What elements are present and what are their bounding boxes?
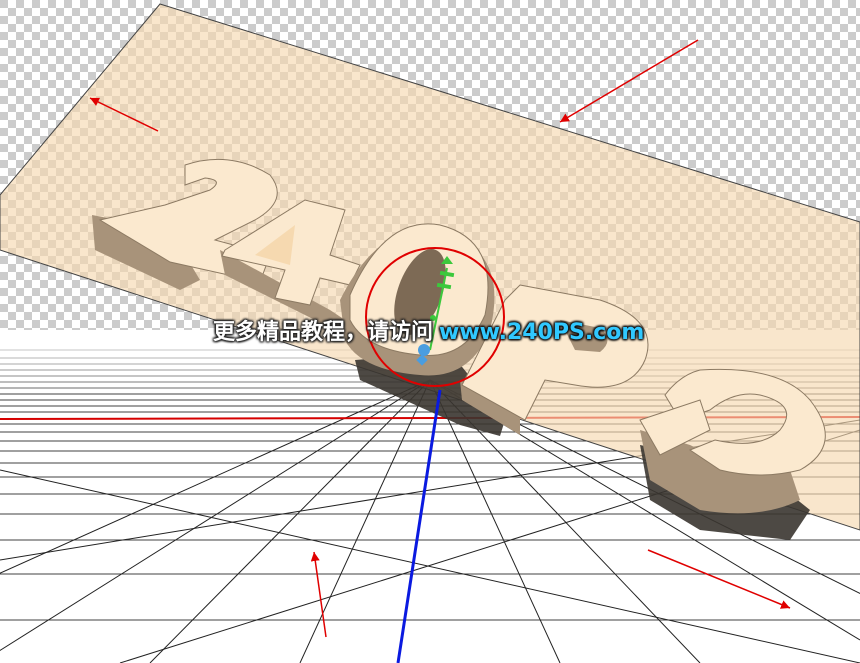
watermark-chinese-text: 更多精品教程，请访问: [213, 320, 434, 345]
3d-viewport[interactable]: 更多精品教程，请访问 www.240PS.com: [0, 0, 860, 663]
watermark-url: www.240PS.com: [439, 320, 645, 345]
watermark: 更多精品教程，请访问 www.240PS.com: [213, 316, 644, 350]
